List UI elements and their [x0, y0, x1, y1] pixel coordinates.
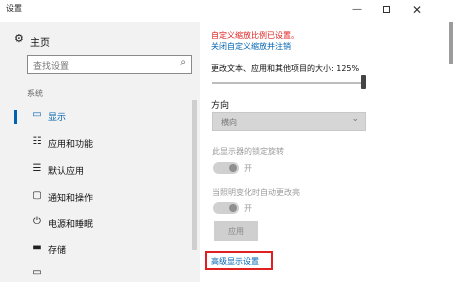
auto-brightness-state: 开 — [244, 204, 252, 213]
toggle-knob — [229, 204, 237, 212]
apps-list-icon: ☷ — [32, 136, 42, 147]
settings-window: 设置 — ✕ ⚙ 主页 查找设置 ⌕ 系统 ▭ 显示 ☷ 应用和功能 ☰ 默认应… — [0, 0, 456, 282]
sidebar-item-label: 存储 — [48, 246, 67, 256]
rotation-lock-toggle[interactable] — [213, 162, 239, 174]
rotation-lock-label: 此显示器的锁定旋转 — [212, 147, 284, 156]
storage-icon: ▬ — [32, 242, 42, 253]
sidebar-item-tablet[interactable]: ▭ — [0, 264, 192, 282]
search-icon: ⌕ — [180, 57, 186, 68]
sidebar-item-label: 应用和功能 — [48, 140, 94, 150]
orientation-value: 横向 — [221, 118, 237, 127]
sidebar: ⚙ 主页 查找设置 ⌕ 系统 ▭ 显示 ☷ 应用和功能 ☰ 默认应用 ▢ 通知和… — [0, 22, 200, 282]
chevron-down-icon: ⌄ — [351, 114, 359, 124]
main-scrollbar[interactable] — [449, 22, 453, 64]
turn-off-custom-scale-link[interactable]: 关闭自定义缩放并注销 — [211, 41, 291, 52]
rotation-lock-state: 开 — [244, 164, 252, 173]
search-input[interactable]: 查找设置 ⌕ — [27, 55, 192, 74]
sidebar-item-label: 显示 — [48, 113, 67, 123]
gear-icon: ⚙ — [14, 32, 24, 45]
sidebar-item-power[interactable]: ⏻ 电源和睡眠 — [0, 213, 192, 235]
maximize-icon — [382, 5, 390, 13]
sidebar-item-apps[interactable]: ☷ 应用和功能 — [0, 133, 192, 155]
notification-icon: ▢ — [32, 190, 42, 201]
display-settings-panel: 自定义缩放比例已设置。 关闭自定义缩放并注销 更改文本、应用和其他项目的大小: … — [200, 22, 456, 282]
power-icon: ⏻ — [33, 216, 41, 227]
home-link[interactable]: 主页 — [30, 34, 50, 49]
advanced-display-settings-link[interactable]: 高级显示设置 — [211, 256, 259, 267]
apply-button[interactable]: 应用 — [214, 221, 258, 241]
sidebar-item-notifications[interactable]: ▢ 通知和操作 — [0, 187, 192, 209]
sidebar-item-label: 通知和操作 — [48, 194, 94, 204]
scale-slider-thumb[interactable] — [361, 75, 366, 89]
toggle-knob — [229, 164, 237, 172]
sidebar-item-label: 默认应用 — [48, 167, 85, 177]
custom-scale-warning: 自定义缩放比例已设置。 — [211, 31, 299, 40]
close-button[interactable]: ✕ — [402, 2, 432, 18]
title-bar: 设置 — ✕ — [0, 0, 456, 22]
window-title: 设置 — [6, 4, 22, 13]
scale-slider-track[interactable] — [212, 82, 364, 84]
search-placeholder: 查找设置 — [33, 62, 70, 72]
default-apps-icon: ☰ — [32, 163, 42, 174]
sidebar-item-display[interactable]: ▭ 显示 — [0, 106, 192, 128]
auto-brightness-toggle[interactable] — [213, 202, 239, 214]
tablet-icon: ▭ — [32, 267, 42, 278]
orientation-label: 方向 — [211, 101, 230, 111]
orientation-dropdown[interactable]: 横向 ⌄ — [212, 112, 366, 131]
scale-label: 更改文本、应用和其他项目的大小: 125% — [211, 64, 360, 73]
sidebar-item-default-apps[interactable]: ☰ 默认应用 — [0, 160, 192, 182]
monitor-icon: ▭ — [32, 109, 42, 120]
auto-brightness-label: 当照明变化时自动更改亮 — [212, 188, 300, 197]
maximize-button[interactable] — [371, 2, 401, 18]
sidebar-item-label: 电源和睡眠 — [48, 220, 94, 230]
minimize-button[interactable]: — — [342, 2, 372, 18]
sidebar-scrollbar[interactable] — [192, 100, 197, 250]
sidebar-item-storage[interactable]: ▬ 存储 — [0, 239, 192, 261]
section-label: 系统 — [27, 89, 43, 98]
